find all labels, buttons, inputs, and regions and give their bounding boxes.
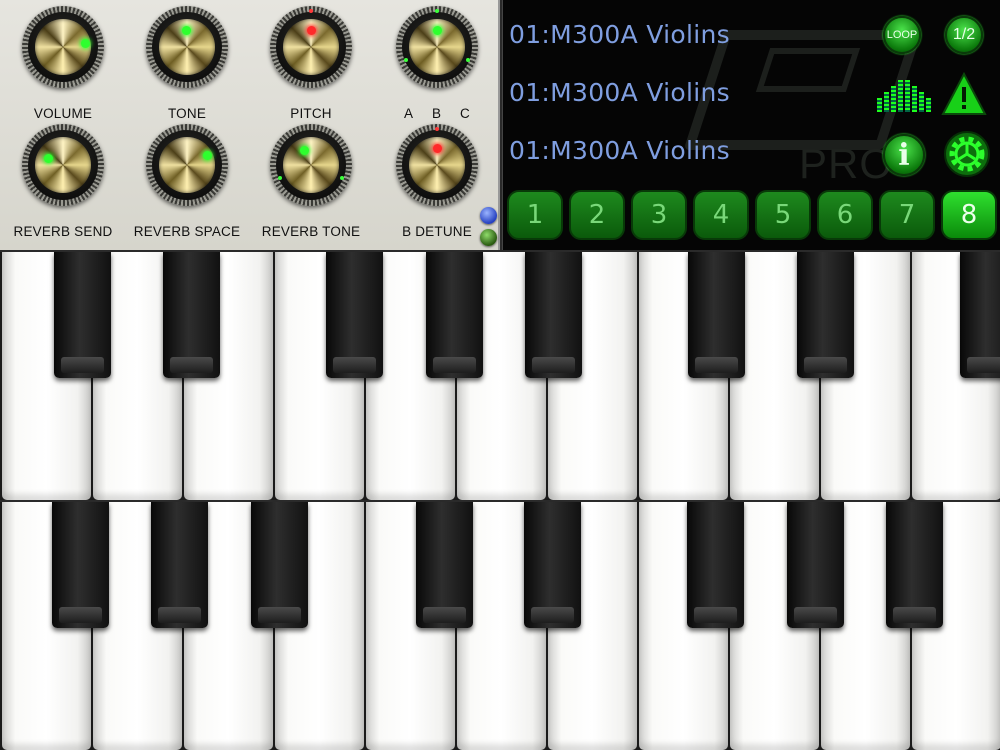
gear-icon[interactable]: [943, 130, 991, 178]
knob-indicator: [307, 26, 316, 35]
reverb-send-knob[interactable]: [22, 124, 104, 206]
abc-knob-cell: A B C: [376, 2, 496, 127]
tone-knob-cell: TONE: [126, 2, 246, 127]
pitch-knob-cell: PITCH: [250, 2, 370, 127]
preset-button-5[interactable]: 5: [755, 190, 811, 240]
reverb-tone-knob[interactable]: [270, 124, 352, 206]
black-key[interactable]: [416, 502, 473, 628]
black-key[interactable]: [960, 252, 1000, 378]
volume-knob-cell: VOLUME: [2, 2, 122, 127]
abc-selector-knob[interactable]: [396, 6, 478, 88]
abc-label-b: B: [432, 106, 442, 121]
reverb-space-knob[interactable]: [146, 124, 228, 206]
reverb-send-label: REVERB SEND: [13, 224, 113, 239]
patch-name-line[interactable]: 01:M300A Violins: [509, 78, 730, 107]
knob-indicator: [182, 26, 191, 35]
preset-button-2[interactable]: 2: [569, 190, 625, 240]
half-speed-button[interactable]: 1/2: [945, 16, 983, 54]
knob-indicator: [44, 154, 53, 163]
black-key[interactable]: [787, 502, 844, 628]
blue-orb-button[interactable]: [480, 207, 497, 224]
black-key[interactable]: [163, 252, 220, 378]
knob-indicator: [81, 39, 90, 48]
b-detune-knob[interactable]: [396, 124, 478, 206]
black-key[interactable]: [54, 252, 111, 378]
abc-label-a: A: [404, 106, 414, 121]
patch-display: PRO 01:M300A Violins 01:M300A Violins 01…: [502, 0, 1000, 250]
control-panel: VOLUME TONE PITCH A B C REVERB SEND REVE…: [0, 0, 500, 250]
reverb-space-label: REVERB SPACE: [133, 224, 241, 239]
black-key[interactable]: [688, 252, 745, 378]
abc-label-c: C: [460, 106, 470, 121]
b-detune-knob-cell: B DETUNE: [376, 120, 496, 245]
black-key[interactable]: [426, 252, 483, 378]
reverb-send-knob-cell: REVERB SEND: [2, 120, 122, 245]
black-key[interactable]: [326, 252, 383, 378]
preset-button-3[interactable]: 3: [631, 190, 687, 240]
black-key[interactable]: [797, 252, 854, 378]
patch-name-line[interactable]: 01:M300A Violins: [509, 136, 730, 165]
volume-knob[interactable]: [22, 6, 104, 88]
green-orb-button[interactable]: [480, 229, 497, 246]
knob-indicator: [203, 151, 212, 160]
black-key[interactable]: [251, 502, 308, 628]
black-key[interactable]: [525, 252, 582, 378]
knob-indicator: [433, 144, 442, 153]
lower-keyboard: [0, 502, 1000, 750]
preset-button-7[interactable]: 7: [879, 190, 935, 240]
black-key[interactable]: [886, 502, 943, 628]
upper-keyboard: [0, 252, 1000, 500]
level-meter-icon[interactable]: [877, 78, 935, 112]
patch-name-line[interactable]: 01:M300A Violins: [509, 20, 730, 49]
preset-button-4[interactable]: 4: [693, 190, 749, 240]
volume-label: VOLUME: [33, 106, 93, 121]
warning-triangle-icon[interactable]: [941, 72, 987, 116]
reverb-space-knob-cell: REVERB SPACE: [126, 120, 246, 245]
tone-knob[interactable]: [146, 6, 228, 88]
reverb-tone-label: REVERB TONE: [261, 224, 361, 239]
knob-indicator: [433, 26, 442, 35]
pro-watermark: PRO: [799, 140, 894, 187]
knob-indicator: [300, 146, 309, 155]
loop-button[interactable]: LOOP: [883, 16, 921, 54]
pitch-label: PITCH: [290, 106, 332, 121]
black-key[interactable]: [687, 502, 744, 628]
preset-button-6[interactable]: 6: [817, 190, 873, 240]
pitch-knob[interactable]: [270, 6, 352, 88]
black-key[interactable]: [52, 502, 109, 628]
tone-label: TONE: [167, 106, 207, 121]
preset-button-1[interactable]: 1: [507, 190, 563, 240]
black-key[interactable]: [151, 502, 208, 628]
black-key[interactable]: [524, 502, 581, 628]
info-button[interactable]: i: [883, 134, 925, 176]
reverb-tone-knob-cell: REVERB TONE: [250, 120, 370, 245]
preset-button-8[interactable]: 8: [941, 190, 997, 240]
